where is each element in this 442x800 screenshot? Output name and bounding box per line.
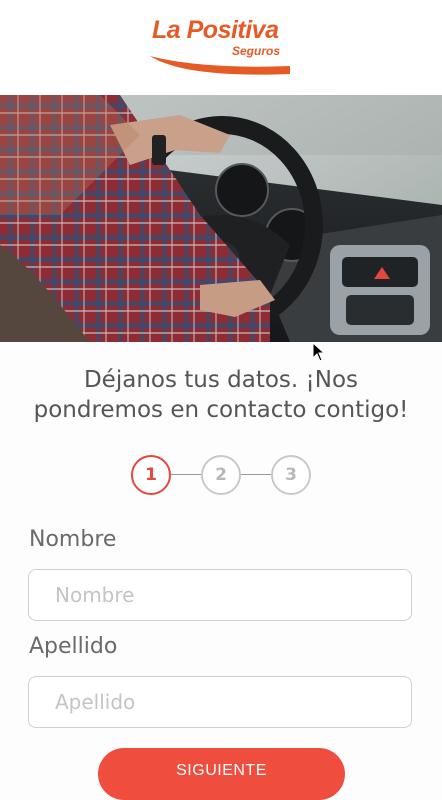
headline-line-1: Déjanos tus datos. ¡Nos [83,367,359,393]
car-driver-photo [0,95,442,342]
step-1: 1 [131,455,171,495]
step-3: 3 [271,455,311,495]
nombre-input[interactable] [28,569,412,621]
step-indicator: 1 2 3 [131,455,313,495]
logo-title: La Positiva [152,16,279,44]
hero-image [0,95,442,342]
nombre-label: Nombre [29,527,117,552]
siguiente-button[interactable]: SIGUIENTE [98,748,345,800]
app-header: La Positiva Seguros [0,0,442,95]
apellido-input[interactable] [28,676,412,728]
step-2: 2 [201,455,241,495]
mouse-cursor-icon [312,342,326,362]
logo-swoosh-icon [150,56,290,75]
step-connector [171,474,201,475]
apellido-label: Apellido [29,634,118,659]
la-positiva-logo: La Positiva Seguros [148,14,298,80]
headline-line-2: pondremos en contacto contigo! [33,397,409,423]
page-headline: Déjanos tus datos. ¡Nos pondremos en con… [0,365,442,425]
step-connector [241,474,271,475]
